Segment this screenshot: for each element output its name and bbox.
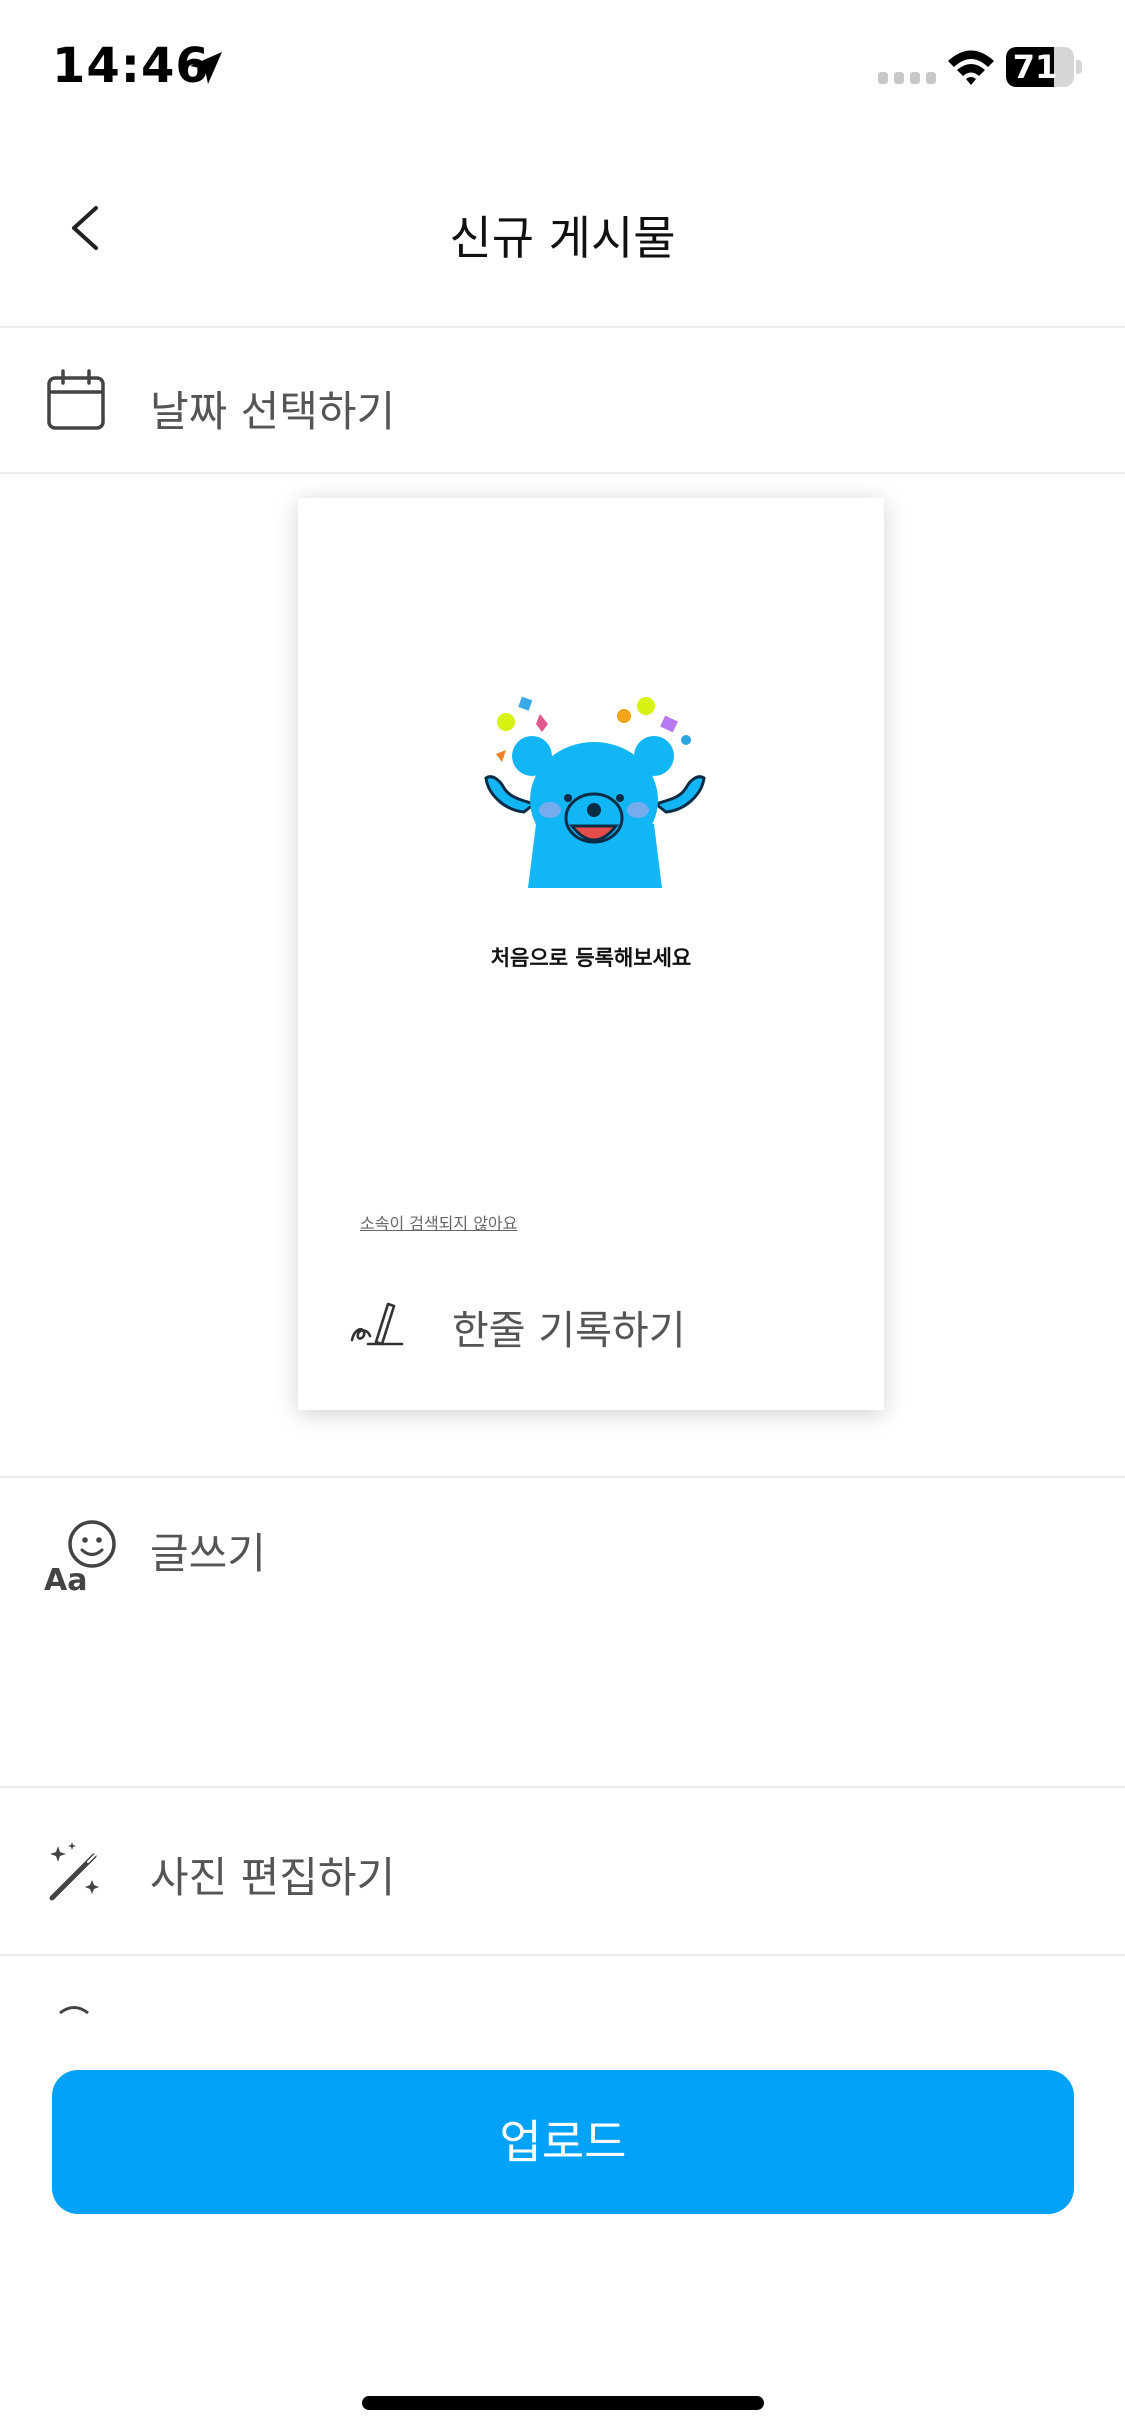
write-text-row[interactable]: Aa 글쓰기: [0, 1478, 1125, 1788]
partial-row-icon: [59, 2006, 89, 2014]
calendar-icon: [47, 369, 105, 430]
text-emoji-icon: Aa: [44, 1520, 116, 1594]
edit-photo-row[interactable]: 사진 편집하기: [0, 1788, 1125, 1956]
date-select-row[interactable]: 날짜 선택하기: [0, 330, 1125, 474]
bear-illustration: [484, 696, 706, 888]
cellular-signal-icon: [878, 72, 936, 84]
date-select-label: 날짜 선택하기: [150, 387, 396, 436]
wifi-icon: [948, 50, 994, 85]
status-bar: 14:46 71: [0, 0, 1125, 140]
battery-percent: 71: [1012, 48, 1058, 86]
location-arrow-icon: [190, 52, 222, 84]
edit-photo-label: 사진 편집하기: [150, 1853, 396, 1902]
svg-text:Aa: Aa: [44, 1563, 87, 1594]
one-line-memo-label: 한줄 기록하기: [452, 1308, 686, 1354]
page-title: 신규 게시물: [449, 211, 676, 265]
post-preview-area: 처음으로 등록해보세요 소속이 검색되지 않아요 한줄 기록하기: [0, 474, 1125, 1478]
post-card[interactable]: 처음으로 등록해보세요 소속이 검색되지 않아요 한줄 기록하기: [298, 498, 884, 1410]
one-line-memo-row[interactable]: 한줄 기록하기: [348, 1288, 848, 1358]
write-text-label: 글쓰기: [150, 1529, 266, 1578]
home-indicator: [362, 2396, 764, 2410]
card-message: 처음으로 등록해보세요: [490, 946, 692, 970]
battery-indicator: 71: [1006, 47, 1082, 87]
magic-wand-icon: [49, 1842, 99, 1901]
affiliation-not-found-link[interactable]: 소속이 검색되지 않아요: [360, 1210, 517, 1234]
pen-signature-icon: [350, 1302, 404, 1346]
upload-button[interactable]: 업로드: [52, 2070, 1074, 2214]
header: 신규 게시물: [0, 140, 1125, 328]
